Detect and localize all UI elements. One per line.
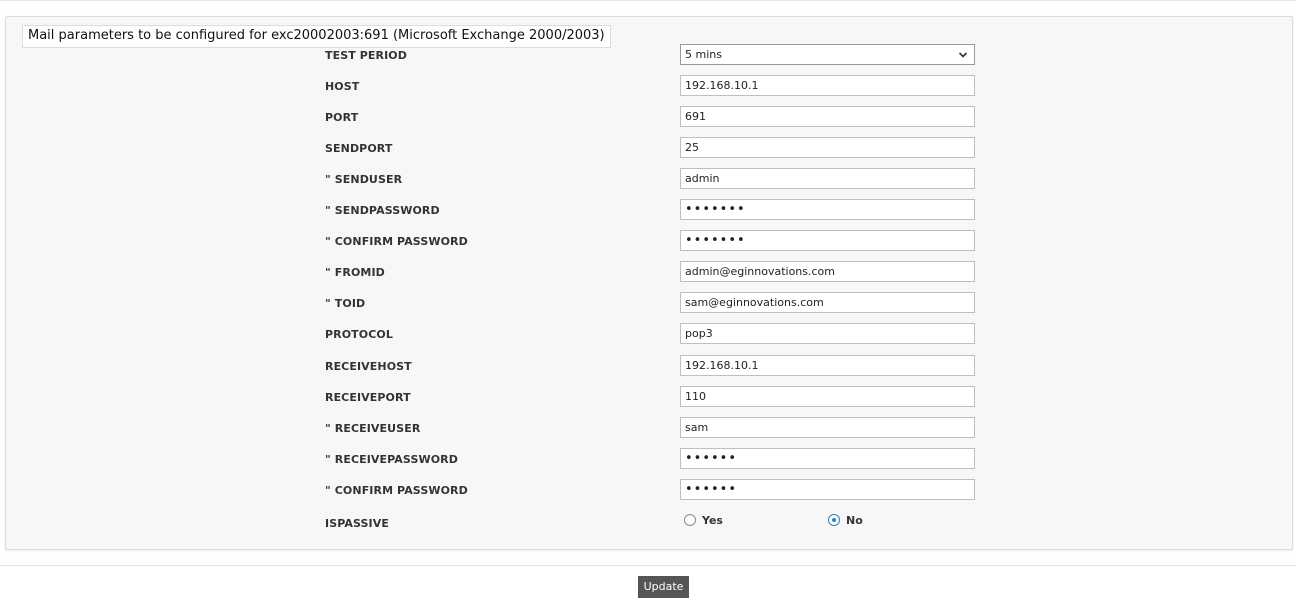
toid-label: " TOID	[325, 297, 366, 310]
ispassive-no-option[interactable]: No	[828, 513, 863, 529]
sendport-label: SENDPORT	[325, 142, 393, 155]
port-label: PORT	[325, 111, 359, 124]
receivehost-label: RECEIVEHOST	[325, 360, 412, 373]
confirm-password-send-label: " CONFIRM PASSWORD	[325, 235, 468, 248]
row-sendpassword: " SENDPASSWORD •••••••	[6, 195, 1294, 226]
row-fromid: " FROMID admin@eginnovations.com	[6, 257, 1294, 288]
receivepassword-input[interactable]: ••••••	[680, 448, 975, 469]
receivepassword-label: " RECEIVEPASSWORD	[325, 453, 458, 466]
senduser-input[interactable]: admin	[680, 168, 975, 189]
port-input[interactable]: 691	[680, 106, 975, 127]
row-senduser: " SENDUSER admin	[6, 164, 1294, 195]
ispassive-label: ISPASSIVE	[325, 517, 389, 530]
row-protocol: PROTOCOL pop3	[6, 319, 1294, 350]
test-period-label: TEST PERIOD	[325, 49, 407, 62]
sendpassword-label: " SENDPASSWORD	[325, 204, 440, 217]
fromid-label: " FROMID	[325, 266, 385, 279]
radio-checked-icon[interactable]	[828, 514, 840, 526]
row-confirm-password-receive: " CONFIRM PASSWORD ••••••	[6, 475, 1294, 506]
toid-input[interactable]: sam@eginnovations.com	[680, 292, 975, 313]
receiveuser-input[interactable]: sam	[680, 417, 975, 438]
test-period-value: 5 mins	[685, 48, 722, 61]
update-button[interactable]: Update	[638, 576, 689, 598]
row-receivehost: RECEIVEHOST 192.168.10.1	[6, 351, 1294, 382]
receiveport-input[interactable]: 110	[680, 386, 975, 407]
receivehost-input[interactable]: 192.168.10.1	[680, 355, 975, 376]
row-host: HOST 192.168.10.1	[6, 71, 1294, 102]
row-confirm-password-send: " CONFIRM PASSWORD •••••••	[6, 226, 1294, 257]
senduser-label: " SENDUSER	[325, 173, 403, 186]
receiveport-label: RECEIVEPORT	[325, 391, 411, 404]
row-toid: " TOID sam@eginnovations.com	[6, 288, 1294, 319]
confirm-password-receive-label: " CONFIRM PASSWORD	[325, 484, 468, 497]
protocol-input[interactable]: pop3	[680, 323, 975, 344]
ispassive-yes-option[interactable]: Yes	[684, 513, 723, 529]
confirm-password-send-input[interactable]: •••••••	[680, 230, 975, 251]
host-label: HOST	[325, 80, 360, 93]
row-sendport: SENDPORT 25	[6, 133, 1294, 164]
test-period-select[interactable]: 5 mins	[680, 44, 975, 65]
top-divider	[0, 0, 1296, 2]
sendport-input[interactable]: 25	[680, 137, 975, 158]
mail-parameters-panel: Mail parameters to be configured for exc…	[5, 16, 1293, 550]
ispassive-no-label: No	[846, 514, 863, 527]
chevron-down-icon	[958, 52, 968, 58]
sendpassword-input[interactable]: •••••••	[680, 199, 975, 220]
row-test-period: TEST PERIOD 5 mins	[6, 40, 1294, 71]
radio-unchecked-icon[interactable]	[684, 514, 696, 526]
row-receiveuser: " RECEIVEUSER sam	[6, 413, 1294, 444]
host-input[interactable]: 192.168.10.1	[680, 75, 975, 96]
receiveuser-label: " RECEIVEUSER	[325, 422, 421, 435]
fromid-input[interactable]: admin@eginnovations.com	[680, 261, 975, 282]
row-receiveport: RECEIVEPORT 110	[6, 382, 1294, 413]
row-ispassive: ISPASSIVE Yes No	[6, 508, 1294, 539]
ispassive-yes-label: Yes	[702, 514, 723, 527]
row-port: PORT 691	[6, 102, 1294, 133]
confirm-password-receive-input[interactable]: ••••••	[680, 479, 975, 500]
row-receivepassword: " RECEIVEPASSWORD ••••••	[6, 444, 1294, 475]
protocol-label: PROTOCOL	[325, 328, 393, 341]
bottom-divider	[0, 565, 1296, 566]
